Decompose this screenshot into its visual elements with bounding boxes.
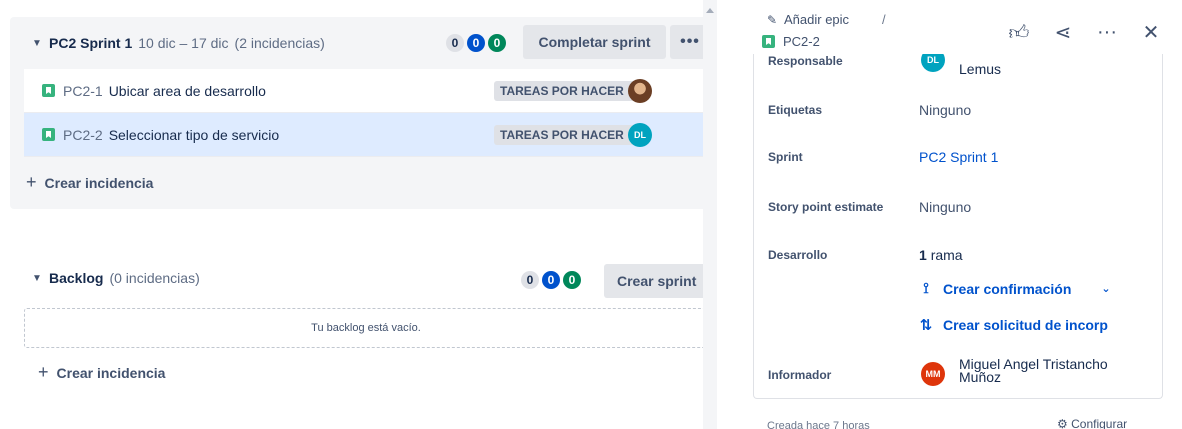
plus-icon: + bbox=[26, 172, 37, 192]
story-icon bbox=[42, 128, 55, 141]
create-issue-label: Crear incidencia bbox=[56, 364, 166, 381]
detail-toolbar: 👍︎ ⋖ ··· ✕ bbox=[1008, 20, 1162, 45]
branch-count-number: 1 bbox=[919, 247, 927, 263]
status-dropdown[interactable]: TAREAS POR HACER ⌄ bbox=[494, 125, 644, 145]
create-sprint-button[interactable]: Crear sprint bbox=[604, 264, 703, 298]
create-issue-label: Crear incidencia bbox=[44, 174, 154, 191]
sprint-dates: 10 dic – 17 dic bbox=[138, 35, 229, 51]
sprint-more-button[interactable]: ••• bbox=[670, 25, 703, 59]
avatar[interactable] bbox=[628, 79, 652, 103]
created-timestamp: Creada hace 7 horas bbox=[767, 420, 870, 429]
share-icon[interactable]: ⋖ bbox=[1052, 20, 1074, 45]
status-dropdown[interactable]: TAREAS POR HACER ⌄ bbox=[494, 81, 644, 101]
in-progress-count-badge: 0 bbox=[467, 34, 485, 52]
sprint-issue-count: (2 incidencias) bbox=[234, 35, 325, 51]
chevron-down-icon[interactable]: ⌄ bbox=[1101, 282, 1110, 295]
configure-label: Configurar bbox=[1071, 417, 1128, 429]
create-commit-label: Crear confirmación bbox=[943, 280, 1072, 297]
assignee-label: Responsable bbox=[768, 54, 843, 68]
branch-label: rama bbox=[930, 247, 963, 263]
issue-summary[interactable]: Ubicar area de desarrollo bbox=[109, 83, 266, 99]
breadcrumb-issue-key[interactable]: PC2-2 bbox=[783, 34, 820, 49]
chevron-down-icon[interactable]: ▼ bbox=[32, 273, 42, 284]
sprint-value-link[interactable]: PC2 Sprint 1 bbox=[919, 149, 998, 165]
details-section: Responsable DL Lemus Etiquetas Ninguno S… bbox=[753, 54, 1163, 399]
labels-label: Etiquetas bbox=[768, 103, 823, 117]
todo-count-badge: 0 bbox=[446, 34, 464, 52]
close-icon[interactable]: ✕ bbox=[1140, 20, 1162, 45]
story-icon bbox=[762, 35, 775, 48]
todo-count-badge: 0 bbox=[521, 271, 539, 289]
pull-request-icon: ⇅ bbox=[919, 317, 933, 334]
reporter-avatar[interactable]: MM bbox=[921, 362, 945, 386]
reporter-name[interactable]: Miguel Angel Tristancho Muñoz bbox=[959, 357, 1129, 384]
issue-detail-panel: ✎ Añadir epic / PC2-2 👍︎ ⋖ ··· ✕ Respons… bbox=[717, 0, 1182, 429]
configure-link[interactable]: ⚙ Configurar bbox=[1057, 417, 1127, 429]
pencil-icon: ✎ bbox=[767, 12, 778, 27]
done-count-badge: 0 bbox=[488, 34, 506, 52]
table-row[interactable]: PC2-2 Seleccionar tipo de servicio TAREA… bbox=[24, 113, 703, 157]
complete-sprint-button[interactable]: Completar sprint bbox=[523, 25, 666, 59]
gear-icon: ⚙ bbox=[1057, 417, 1068, 429]
backlog-name: Backlog bbox=[49, 270, 104, 286]
labels-value[interactable]: Ninguno bbox=[919, 102, 971, 118]
more-icon[interactable]: ··· bbox=[1096, 21, 1118, 44]
assignee-name[interactable]: Lemus bbox=[959, 61, 1001, 77]
breadcrumb-separator: / bbox=[882, 12, 886, 27]
backlog-header[interactable]: ▼ Backlog (0 incidencias) bbox=[32, 270, 200, 286]
issue-key[interactable]: PC2-2 bbox=[63, 127, 103, 143]
scroll-up-icon[interactable] bbox=[706, 8, 714, 13]
create-pull-request-label: Crear solicitud de incorp bbox=[943, 317, 1108, 333]
avatar[interactable]: DL bbox=[628, 123, 652, 147]
table-row[interactable]: PC2-1 Ubicar area de desarrollo TAREAS P… bbox=[24, 69, 703, 113]
sprint-name: PC2 Sprint 1 bbox=[49, 35, 133, 51]
plus-icon: + bbox=[38, 362, 49, 382]
create-pull-request-link[interactable]: ⇅ Crear solicitud de incorp bbox=[919, 316, 1108, 334]
story-icon bbox=[42, 84, 55, 97]
create-commit-link[interactable]: ⟟ Crear confirmación ⌄ bbox=[919, 280, 1110, 297]
in-progress-count-badge: 0 bbox=[542, 271, 560, 289]
done-count-badge: 0 bbox=[563, 271, 581, 289]
sprint-label: Sprint bbox=[768, 150, 803, 164]
scrollbar[interactable] bbox=[703, 0, 717, 429]
estimate-value[interactable]: Ninguno bbox=[919, 199, 971, 215]
estimate-label: Story point estimate bbox=[768, 200, 884, 214]
create-issue-link[interactable]: + Crear incidencia bbox=[38, 362, 165, 383]
app-root: ▼ PC2 Sprint 1 10 dic – 17 dic (2 incide… bbox=[0, 0, 1182, 429]
commit-icon: ⟟ bbox=[923, 280, 929, 297]
issue-summary[interactable]: Seleccionar tipo de servicio bbox=[109, 127, 279, 143]
development-label: Desarrollo bbox=[768, 248, 828, 262]
branch-count[interactable]: 1 rama bbox=[919, 247, 963, 263]
add-epic-label: Añadir epic bbox=[784, 12, 850, 27]
backlog-status-badges: 0 0 0 bbox=[521, 271, 581, 289]
add-epic-link[interactable]: ✎ Añadir epic bbox=[767, 12, 849, 27]
sprint-status-badges: 0 0 0 bbox=[446, 34, 506, 52]
issue-key[interactable]: PC2-1 bbox=[63, 83, 103, 99]
backlog-issue-count: (0 incidencias) bbox=[109, 270, 200, 286]
breadcrumb[interactable]: PC2-2 bbox=[762, 34, 820, 49]
backlog-panel: ▼ PC2 Sprint 1 10 dic – 17 dic (2 incide… bbox=[0, 0, 703, 429]
assignee-avatar[interactable]: DL bbox=[921, 54, 945, 72]
chevron-down-icon[interactable]: ▼ bbox=[32, 38, 42, 49]
empty-backlog: Tu backlog está vacío. bbox=[24, 308, 703, 348]
create-issue-link[interactable]: + Crear incidencia bbox=[26, 172, 153, 193]
reporter-label: Informador bbox=[768, 368, 832, 382]
like-icon[interactable]: 👍︎ bbox=[1008, 21, 1030, 45]
